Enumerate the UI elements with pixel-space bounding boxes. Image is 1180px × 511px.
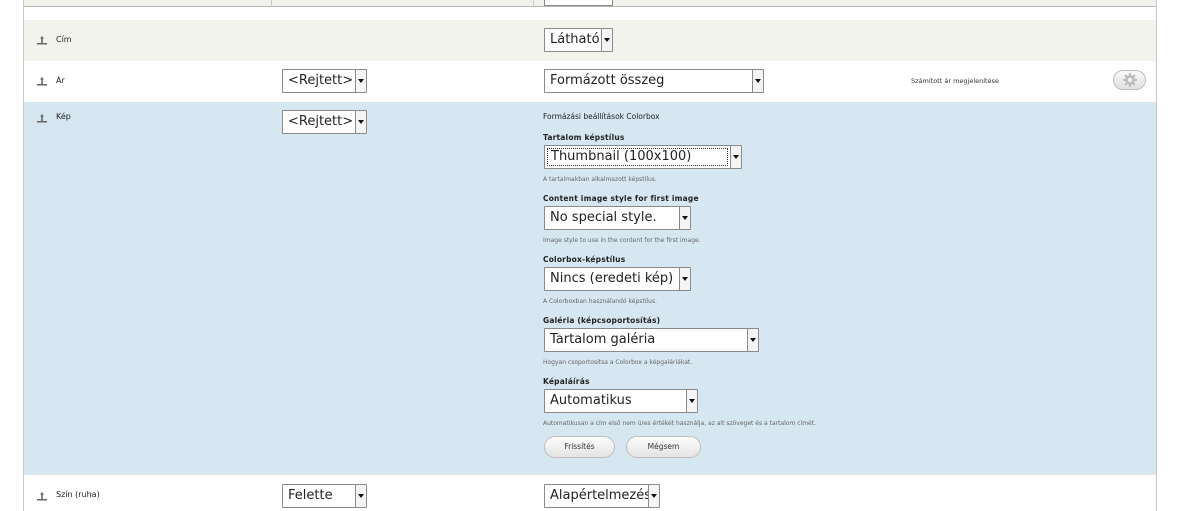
- field-label: Cím: [56, 35, 72, 44]
- table-row-price: Ár <Rejtett> Formázott összeg Számított …: [24, 61, 1156, 102]
- drag-handle-icon[interactable]: [36, 36, 49, 46]
- format-select[interactable]: Formázott összeg: [544, 69, 764, 93]
- label-select[interactable]: <Rejtett>: [282, 69, 367, 93]
- content-style-label: Tartalom képstílus: [543, 133, 625, 142]
- format-select[interactable]: Látható: [544, 28, 613, 52]
- chevron-down-icon: [730, 146, 741, 168]
- chevron-down-icon: [355, 70, 366, 92]
- first-image-style-label: Content image style for first image: [543, 194, 699, 203]
- field-label: Kép: [56, 112, 71, 121]
- caption-label: Képaláírás: [543, 377, 590, 386]
- table-row-color: Szín (ruha) Felette Alapértelmezés: [24, 474, 1156, 511]
- chevron-down-icon: [355, 111, 366, 133]
- table-row-partial: [24, 0, 1156, 7]
- caption-description: Automatikusan a cím első nem üres értéké…: [543, 420, 816, 427]
- cancel-button[interactable]: Mégsem: [626, 436, 701, 458]
- drag-handle-icon[interactable]: [36, 492, 49, 502]
- table-row-image: Kép <Rejtett> Formázási beállítások Colo…: [24, 102, 1156, 474]
- chevron-down-icon: [601, 29, 612, 51]
- chevron-down-icon: [747, 329, 758, 351]
- first-image-style-description: Image style to use in the content for th…: [543, 237, 701, 244]
- update-button[interactable]: Frissítés: [544, 436, 615, 458]
- field-label: Szín (ruha): [56, 490, 100, 499]
- chevron-down-icon: [355, 485, 366, 507]
- chevron-down-icon: [679, 207, 690, 229]
- caption-select[interactable]: Automatikus: [544, 389, 698, 413]
- format-summary: Számított ár megjelenítése: [911, 77, 999, 85]
- label-select[interactable]: Felette: [282, 484, 367, 508]
- field-display-table: Cím Látható Ár <Rejtett> Formázott össze…: [23, 0, 1157, 511]
- chevron-down-icon: [679, 268, 690, 290]
- content-style-select[interactable]: Thumbnail (100x100): [544, 145, 742, 169]
- gallery-label: Galéria (képcsoportosítás): [543, 316, 661, 325]
- content-style-description: A tartalmakban alkalmazott képstílus.: [543, 176, 657, 183]
- partial-select[interactable]: [544, 0, 613, 6]
- gallery-select[interactable]: Tartalom galéria: [544, 328, 759, 352]
- drag-handle-icon[interactable]: [36, 77, 49, 87]
- chevron-down-icon: [648, 485, 659, 507]
- format-settings-button[interactable]: [1113, 70, 1146, 90]
- gallery-description: Hogyan csoportosítsa a Colorbox a képgal…: [543, 359, 693, 366]
- format-select[interactable]: Alapértelmezés: [544, 484, 660, 508]
- drag-handle-icon[interactable]: [36, 114, 49, 124]
- label-select[interactable]: <Rejtett>: [282, 110, 367, 134]
- chevron-down-icon: [686, 390, 697, 412]
- table-row-title: Cím Látható: [24, 20, 1156, 61]
- settings-form-title: Formázási beállítások Colorbox: [543, 112, 660, 121]
- colorbox-style-label: Colorbox-képstílus: [543, 255, 626, 264]
- colorbox-style-select[interactable]: Nincs (eredeti kép): [544, 267, 691, 291]
- chevron-down-icon: [752, 70, 763, 92]
- first-image-style-select[interactable]: No special style.: [544, 206, 691, 230]
- column-divider: [271, 0, 272, 7]
- field-label: Ár: [56, 76, 65, 85]
- column-divider: [533, 0, 534, 7]
- colorbox-style-description: A Colorboxban használandó képstílus.: [543, 298, 657, 305]
